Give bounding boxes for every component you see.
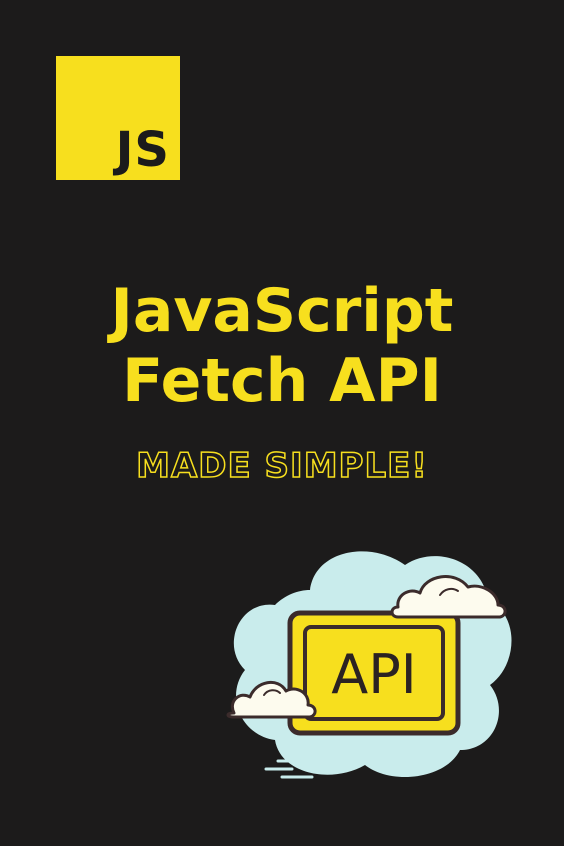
- js-logo-text: JS: [115, 122, 170, 178]
- api-cloud-illustration: API: [226, 551, 512, 779]
- page-title: JavaScript Fetch API: [0, 276, 564, 416]
- js-logo: JS: [56, 56, 180, 180]
- title-line-2: Fetch API: [122, 346, 442, 416]
- api-label: API: [331, 643, 416, 706]
- subtitle: MADE SIMPLE!: [135, 445, 428, 487]
- title-line-1: JavaScript: [110, 276, 454, 346]
